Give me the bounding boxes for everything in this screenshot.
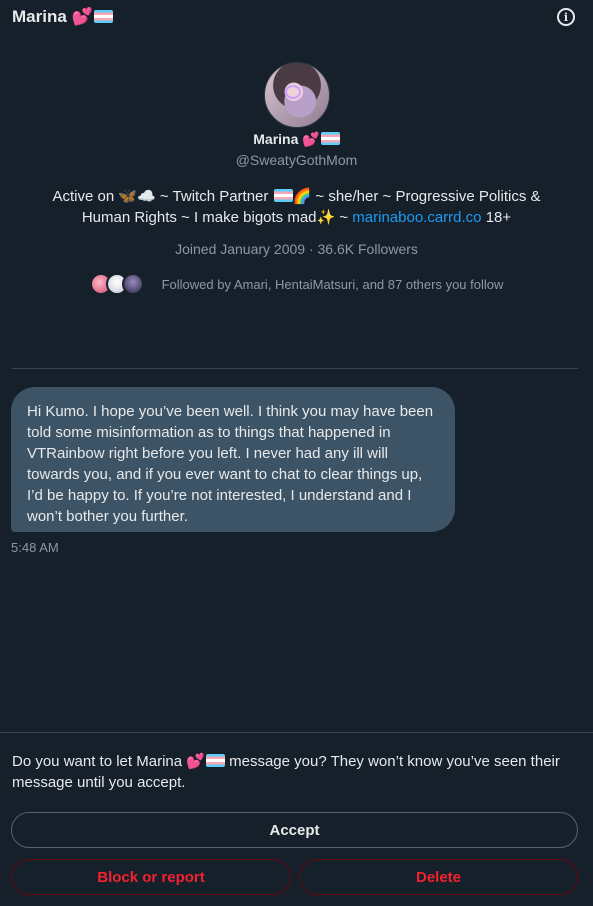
hearts-emoji: 💕 [302,131,320,147]
follower-avatars [89,273,144,295]
bio-text-3: 18+ [481,209,512,226]
follower-avatar [121,273,144,295]
followed-by-text: Followed by Amari, HentaiMatsuri, and 87… [161,276,504,292]
prompt-text: Do you want to let Marina [12,753,187,770]
divider [12,368,578,369]
trans-flag-icon [205,754,225,767]
conversation-title: Marina 💕 [12,7,113,27]
trans-flag-icon [273,189,293,202]
followed-by[interactable]: Followed by Amari, HentaiMatsuri, and 87… [0,273,593,295]
delete-button[interactable]: Delete [299,859,578,895]
bio-link[interactable]: marinaboo.carrd.co [352,209,481,226]
bio-text: Active on 🦋☁️ ~ Twitch Partner [52,188,273,205]
conversation-header: Marina 💕 i [0,0,593,34]
block-or-report-button[interactable]: Block or report [11,859,291,895]
accept-button[interactable]: Accept [11,812,578,848]
profile-name-text: Marina [253,131,299,147]
trans-flag-icon [320,132,340,145]
message-bubble[interactable]: Hi Kumo. I hope you’ve been well. I thin… [11,387,455,532]
joined-followers: Joined January 2009 · 36.6K Followers [175,241,418,257]
request-prompt: Do you want to let Marina 💕 message you?… [12,751,582,793]
header-name: Marina [12,7,67,26]
profile-summary: Marina 💕 @SweatyGothMom Active on 🦋☁️ ~ … [0,62,593,295]
message-timestamp: 5:48 AM [11,540,59,555]
avatar[interactable] [263,62,330,128]
hearts-emoji: 💕 [71,7,93,26]
info-icon: i [563,10,569,24]
info-button[interactable]: i [557,8,575,26]
profile-handle[interactable]: @SweatyGothMom [0,152,593,168]
profile-bio: Active on 🦋☁️ ~ Twitch Partner 🌈 ~ she/h… [37,186,557,228]
profile-name[interactable]: Marina 💕 [0,131,593,148]
trans-flag-icon [93,10,113,23]
hearts-emoji: 💕 [186,753,205,770]
message-request-panel: Do you want to let Marina 💕 message you?… [0,732,593,906]
